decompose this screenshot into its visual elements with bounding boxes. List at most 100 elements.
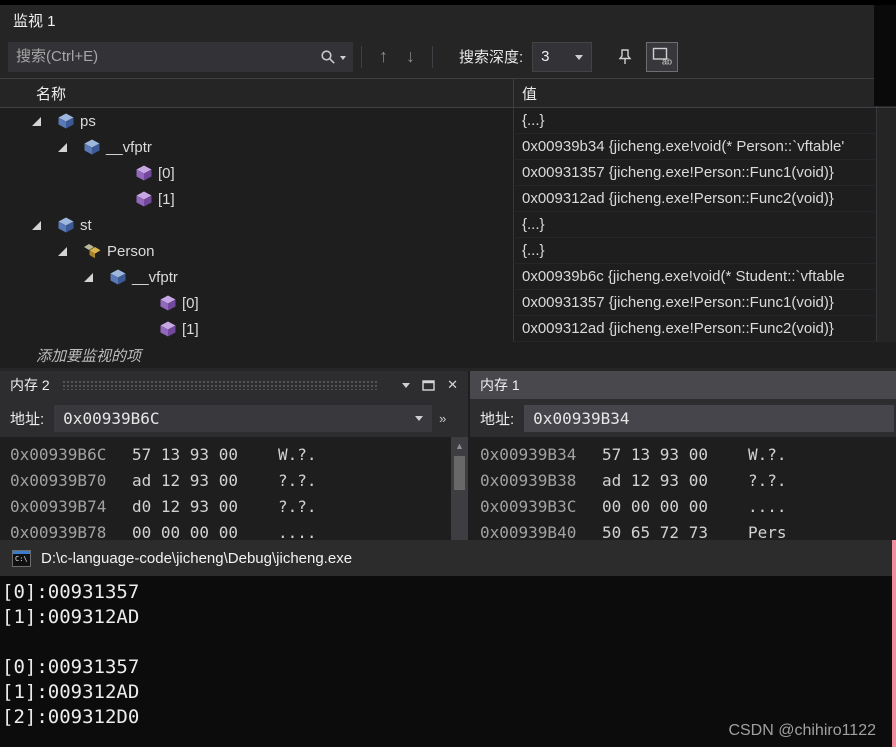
memory-row: 0x00939B3C 00 00 00 00 .... xyxy=(480,496,787,516)
scrollbar-thumb[interactable] xyxy=(454,456,465,490)
row-value[interactable]: 0x00931357 {jicheng.exe!Person::Func1(vo… xyxy=(513,290,876,316)
console-line: [1]:009312AD xyxy=(2,681,140,703)
row-value[interactable]: 0x00939b6c {jicheng.exe!void(* Student::… xyxy=(513,264,876,290)
search-icon[interactable] xyxy=(320,49,336,65)
ab-box-icon: ab xyxy=(652,47,672,66)
close-icon[interactable]: ✕ xyxy=(447,377,458,393)
row-name: Person xyxy=(107,242,155,260)
row-gutter xyxy=(876,212,896,238)
search-input[interactable] xyxy=(8,48,320,65)
vs-debugger-screen: 监视 1 ↑ ↓ 搜索深度: 3 xyxy=(0,0,896,747)
watch-panel-titlebar[interactable]: 监视 1 xyxy=(0,5,896,35)
watch-grid-rows: ps {...} __vfptr 0x00939b34 {jicheng.exe… xyxy=(0,108,896,368)
tree-row[interactable]: __vfptr 0x00939b6c {jicheng.exe!void(* S… xyxy=(0,264,896,290)
tree-row[interactable]: [0] 0x00931357 {jicheng.exe!Person::Func… xyxy=(0,290,896,316)
watch-toolbar: ↑ ↓ 搜索深度: 3 ab xyxy=(0,35,896,78)
row-value[interactable]: 0x00939b34 {jicheng.exe!void(* Person::`… xyxy=(513,134,876,160)
memory2-panel: 内存 2 ✕ 地址: 0x00939B6C » 0x00939B6C 57 13… xyxy=(0,371,468,540)
row-value[interactable]: {...} xyxy=(513,238,876,264)
overflow-chevrons-icon[interactable]: » xyxy=(439,411,446,426)
chevron-down-icon[interactable] xyxy=(340,55,346,63)
method-icon xyxy=(160,295,176,311)
scroll-up-icon[interactable]: ▲ xyxy=(451,437,468,454)
tree-row[interactable]: [0] 0x00931357 {jicheng.exe!Person::Func… xyxy=(0,160,896,186)
tree-row[interactable]: Person {...} xyxy=(0,238,896,264)
address-label: 地址: xyxy=(10,410,45,428)
row-gutter xyxy=(876,186,896,212)
panel-corner xyxy=(874,5,896,106)
expand-arrow-icon[interactable] xyxy=(32,116,41,126)
search-depth-combo[interactable]: 3 xyxy=(532,41,593,72)
search-box-icons xyxy=(320,49,353,65)
memory1-panel: 内存 1 地址: 0x00939B34 0x00939B34 57 13 93 … xyxy=(470,371,896,540)
memory-row: 0x00939B78 00 00 00 00 .... xyxy=(10,522,317,541)
memory1-title: 内存 1 xyxy=(480,377,520,393)
tree-row[interactable]: [1] 0x009312ad {jicheng.exe!Person::Func… xyxy=(0,186,896,212)
console-line: [0]:00931357 xyxy=(2,581,140,603)
memory2-content: 0x00939B6C 57 13 93 00 W.?. 0x00939B70 a… xyxy=(0,437,468,541)
row-gutter xyxy=(876,134,896,160)
memory1-address-row: 地址: 0x00939B34 xyxy=(470,399,896,437)
memory2-titlebar[interactable]: 内存 2 ✕ xyxy=(0,371,468,399)
memory1-address-value: 0x00939B34 xyxy=(533,408,630,428)
column-header-name[interactable]: 名称 xyxy=(0,79,513,107)
row-name: [1] xyxy=(182,320,199,338)
vertical-scrollbar[interactable]: ▲ xyxy=(451,437,468,540)
row-value[interactable]: {...} xyxy=(513,108,876,134)
field-icon xyxy=(84,139,100,155)
ab-box-button[interactable]: ab xyxy=(646,41,679,72)
add-watch-row[interactable]: 添加要监视的项 xyxy=(0,342,896,368)
row-name: __vfptr xyxy=(132,268,178,286)
memory2-address-row: 地址: 0x00939B6C » xyxy=(0,399,468,437)
chevron-down-icon xyxy=(575,54,584,64)
watch-grid-header: 名称 值 xyxy=(0,78,896,108)
search-box[interactable] xyxy=(8,41,353,72)
row-gutter xyxy=(876,316,896,342)
row-gutter xyxy=(876,108,896,134)
memory-row: 0x00939B38 ad 12 93 00 ?.?. xyxy=(480,470,787,490)
drag-grip[interactable] xyxy=(61,380,379,390)
expand-arrow-icon[interactable] xyxy=(58,142,67,152)
column-header-value[interactable]: 值 xyxy=(513,79,876,107)
row-value[interactable]: 0x009312ad {jicheng.exe!Person::Func2(vo… xyxy=(513,186,876,212)
expand-arrow-icon[interactable] xyxy=(84,272,93,282)
expand-arrow-icon[interactable] xyxy=(32,220,41,230)
memory1-titlebar[interactable]: 内存 1 xyxy=(470,371,896,399)
memory1-content: 0x00939B34 57 13 93 00 W.?. 0x00939B38 a… xyxy=(470,437,896,541)
base-class-icon xyxy=(84,243,101,259)
arrow-down-icon[interactable]: ↓ xyxy=(397,46,424,67)
watch-panel: 监视 1 ↑ ↓ 搜索深度: 3 xyxy=(0,0,896,371)
toolbar-separator xyxy=(432,45,433,68)
row-value[interactable]: 0x009312ad {jicheng.exe!Person::Func2(vo… xyxy=(513,316,876,342)
memory2-title: 内存 2 xyxy=(10,377,50,393)
console-window: D:\c-language-code\jicheng\Debug\jicheng… xyxy=(0,540,896,747)
memory-row: 0x00939B74 d0 12 93 00 ?.?. xyxy=(10,496,317,516)
field-icon xyxy=(58,113,74,129)
memory2-address-combo[interactable]: 0x00939B6C xyxy=(54,404,433,432)
chevron-down-icon[interactable] xyxy=(402,378,411,392)
row-name: __vfptr xyxy=(106,138,152,156)
tree-row[interactable]: st {...} xyxy=(0,212,896,238)
method-icon xyxy=(160,321,176,337)
console-titlebar[interactable]: D:\c-language-code\jicheng\Debug\jicheng… xyxy=(0,540,892,576)
watch-panel-title: 监视 1 xyxy=(13,12,56,30)
pin-button[interactable] xyxy=(608,42,640,72)
tree-row[interactable]: ps {...} xyxy=(0,108,896,134)
search-depth-value: 3 xyxy=(541,48,550,65)
memory1-address-combo[interactable]: 0x00939B34 xyxy=(524,404,894,432)
float-window-icon[interactable] xyxy=(422,379,435,391)
memory-row: 0x00939B34 57 13 93 00 W.?. xyxy=(480,444,787,464)
row-value[interactable]: 0x00931357 {jicheng.exe!Person::Func1(vo… xyxy=(513,160,876,186)
toolbar-separator xyxy=(361,45,362,68)
tree-row[interactable]: [1] 0x009312ad {jicheng.exe!Person::Func… xyxy=(0,316,896,342)
arrow-up-icon[interactable]: ↑ xyxy=(370,46,397,67)
method-icon xyxy=(136,165,152,181)
expand-arrow-icon[interactable] xyxy=(58,246,67,256)
memory-row: 0x00939B70 ad 12 93 00 ?.?. xyxy=(10,470,317,490)
console-output: [0]:00931357 [1]:009312AD [0]:00931357 [… xyxy=(0,576,892,730)
row-value[interactable]: {...} xyxy=(513,212,876,238)
memory-row: 0x00939B40 50 65 72 73 Pers xyxy=(480,522,787,541)
row-gutter xyxy=(876,160,896,186)
field-icon xyxy=(110,269,126,285)
tree-row[interactable]: __vfptr 0x00939b34 {jicheng.exe!void(* P… xyxy=(0,134,896,160)
